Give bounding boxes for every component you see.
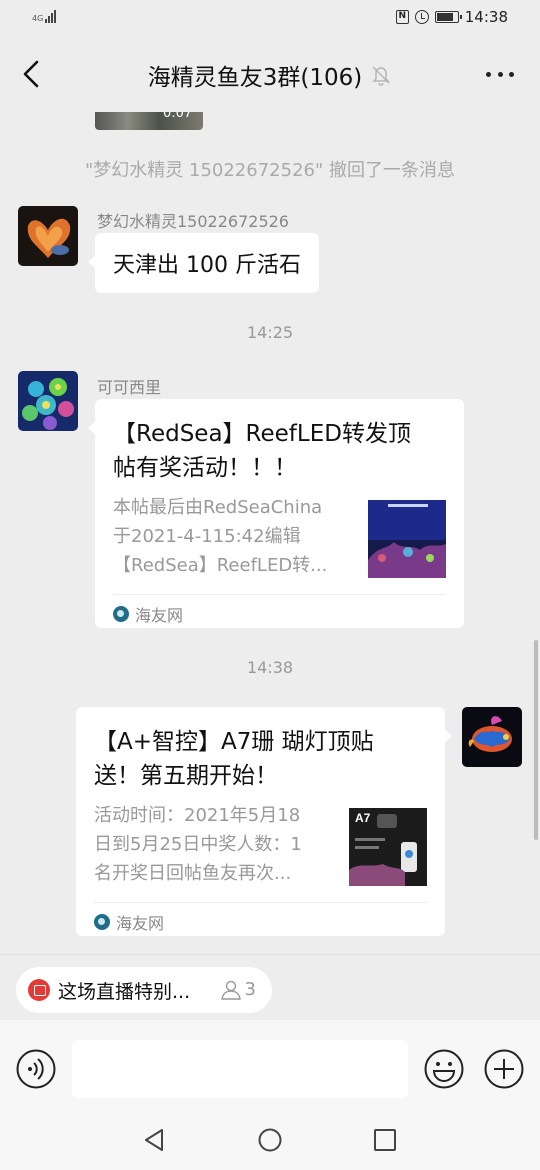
- mandarin-fish-avatar-icon: [462, 707, 522, 767]
- avatar[interactable]: [18, 206, 78, 266]
- chat-header: 海精灵鱼友3群(106): [0, 36, 540, 112]
- nav-back-button[interactable]: [142, 1127, 168, 1153]
- more-options-button[interactable]: [480, 62, 520, 86]
- live-stream-bar: 这场直播特别... 3: [0, 954, 540, 1020]
- source-logo-icon: [94, 913, 110, 930]
- network-indicator: 4G: [32, 9, 57, 23]
- status-time: 14:38: [464, 8, 508, 26]
- card-thumbnail-image: A7: [349, 808, 427, 886]
- recall-notice: "梦幻水精灵 15022672526" 撤回了一条消息: [85, 160, 455, 181]
- card-thumbnail-image: [368, 500, 446, 578]
- video-message[interactable]: 0:07: [95, 112, 203, 130]
- nav-recents-button[interactable]: [372, 1127, 398, 1153]
- mute-bell-icon: [372, 66, 391, 86]
- link-card-message[interactable]: 【RedSea】ReefLED转发顶 帖有奖活动！！！ 本帖最后由RedSeaC…: [88, 399, 464, 628]
- emoji-button[interactable]: [424, 1049, 464, 1089]
- message-text: 天津出 100 斤活石: [113, 253, 301, 278]
- alarm-icon: [414, 10, 429, 24]
- dot-icon: [509, 71, 514, 77]
- status-bar: 4G N 14:38: [0, 0, 540, 36]
- dot-icon: [486, 71, 491, 77]
- nfc-icon: N: [395, 10, 409, 24]
- nav-home-button[interactable]: [257, 1127, 283, 1153]
- coral-avatar-icon: [18, 371, 78, 431]
- card-description: 活动时间：2021年5月18 日到5月25日中奖人数：1 名开奖日回帖鱼友再次.…: [94, 805, 302, 884]
- card-title: 【RedSea】ReefLED转发顶 帖有奖活动！！！: [113, 421, 411, 481]
- card-source: 海友网: [94, 902, 427, 940]
- card-source: 海友网: [113, 594, 446, 632]
- scrollbar[interactable]: [534, 640, 538, 840]
- timestamp: 14:25: [246, 323, 294, 342]
- battery-icon: [434, 11, 462, 23]
- avatar[interactable]: [18, 371, 78, 431]
- my-avatar[interactable]: [462, 707, 522, 767]
- dot-icon: [497, 71, 503, 77]
- live-stream-title: 这场直播特别...: [58, 980, 191, 1003]
- link-card-message[interactable]: 【A+智控】A7珊 瑚灯顶贴 送！第五期开始！ 活动时间：2021年5月18 日…: [76, 707, 452, 936]
- viewer-count: 3: [220, 979, 256, 1000]
- system-nav-bar: [0, 1108, 540, 1170]
- video-duration: 0:07: [163, 112, 193, 121]
- input-bar: [0, 1020, 540, 1108]
- chat-title: 海精灵鱼友3群(106): [147, 65, 363, 91]
- timestamp: 14:38: [246, 658, 294, 677]
- message-input[interactable]: [72, 1040, 408, 1098]
- sender-name: 梦幻水精灵15022672526: [97, 212, 289, 231]
- person-icon: [220, 980, 241, 1000]
- card-description: 本帖最后由RedSeaChina 于2021-4-115:42编辑 【RedSe…: [113, 497, 328, 576]
- fish-avatar-icon: [18, 206, 78, 266]
- live-stream-banner[interactable]: 这场直播特别... 3: [16, 967, 272, 1013]
- chat-area[interactable]: 0:07 "梦幻水精灵 15022672526" 撤回了一条消息 梦幻水精灵15…: [0, 112, 540, 954]
- more-functions-button[interactable]: [484, 1049, 524, 1089]
- live-tv-icon: [28, 979, 50, 1001]
- network-type: 4G: [32, 14, 44, 23]
- svg-text:A7: A7: [355, 811, 371, 825]
- voice-input-button[interactable]: [16, 1049, 56, 1089]
- source-logo-icon: [113, 605, 129, 622]
- card-title: 【A+智控】A7珊 瑚灯顶贴 送！第五期开始！: [94, 729, 374, 789]
- signal-icon: [45, 9, 57, 23]
- sender-name: 可可西里: [97, 378, 162, 397]
- text-message-bubble[interactable]: 天津出 100 斤活石: [88, 233, 319, 293]
